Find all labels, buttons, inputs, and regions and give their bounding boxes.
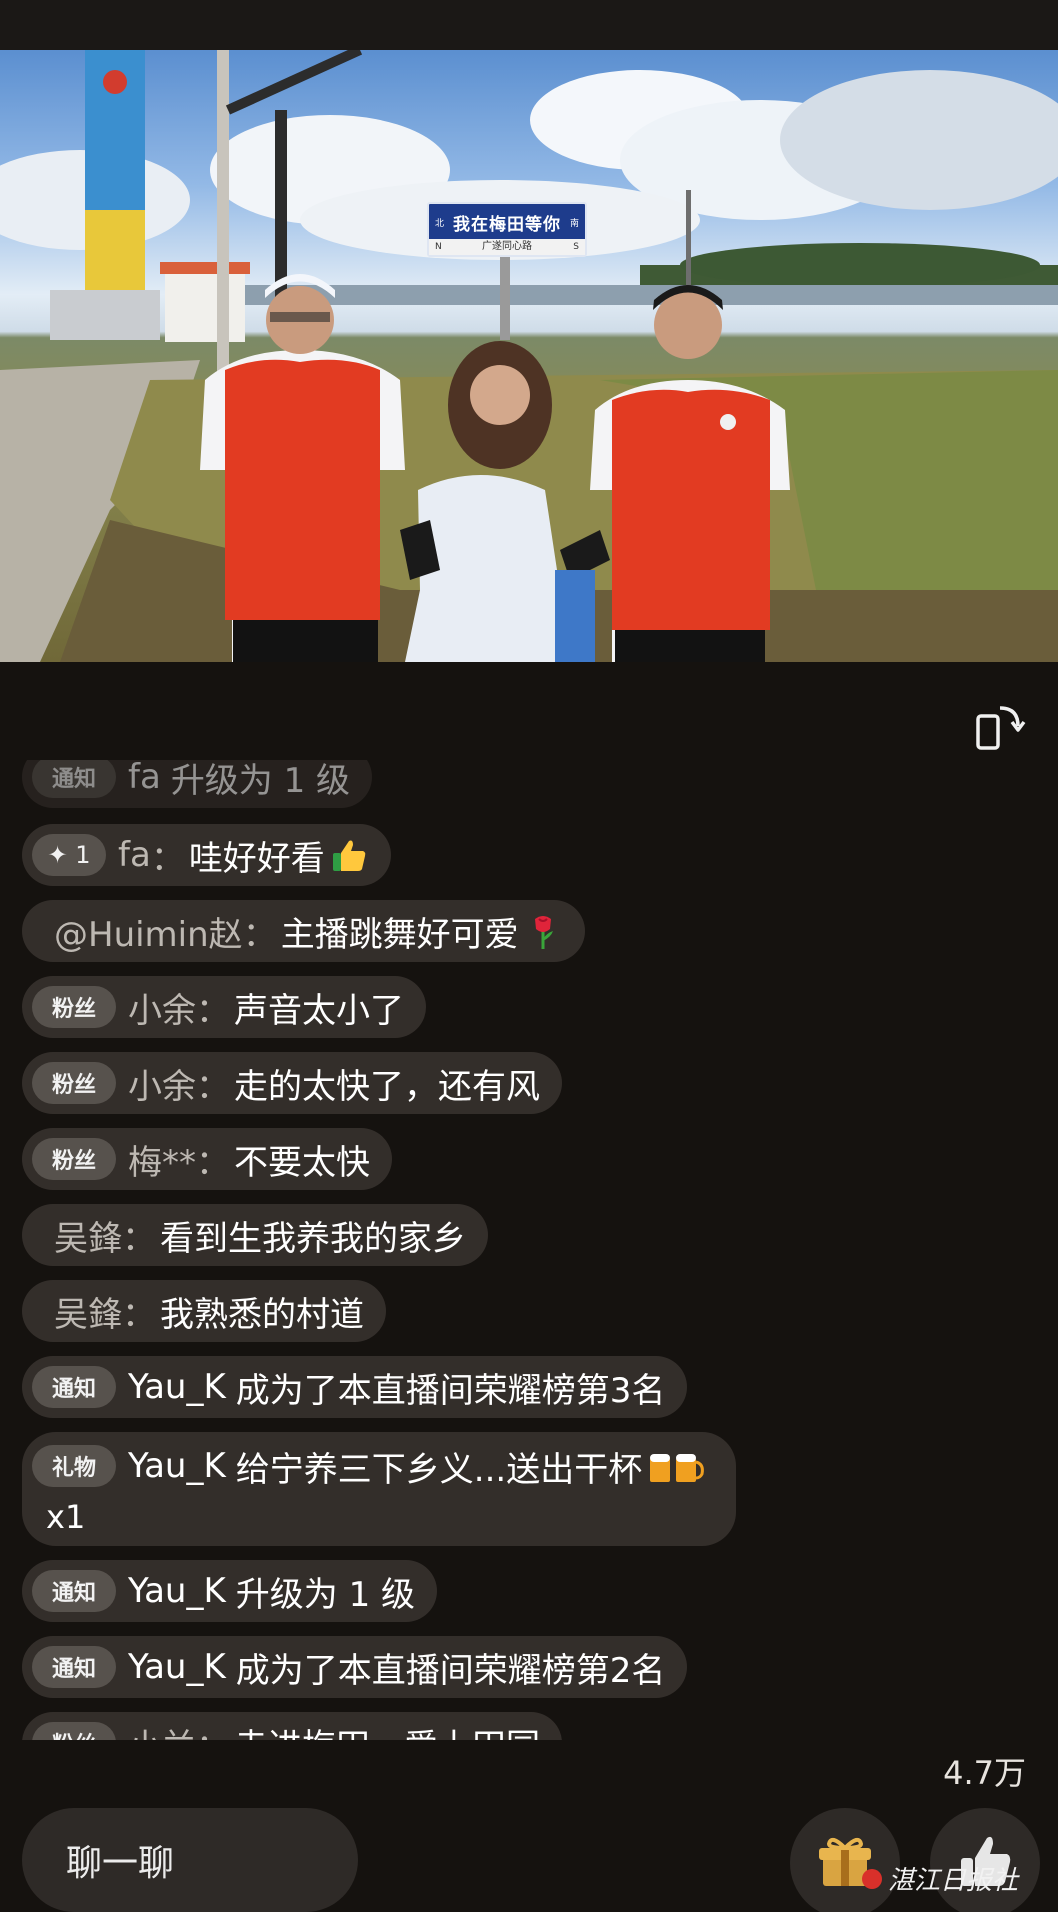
chat-text: 声音太小了 <box>234 990 404 1031</box>
chat-text: 看到生我养我的家乡 <box>160 1218 466 1259</box>
chat-username[interactable]: 吴鋒 <box>54 1211 122 1260</box>
notice-badge: 通知 <box>32 760 116 798</box>
chat-message: 粉丝 小余： 声音太小了 <box>22 976 426 1038</box>
chat-username[interactable]: fa <box>118 835 151 875</box>
gift-quantity: x1 <box>46 1498 86 1536</box>
chat-list[interactable]: 通知 fa 升级为 1 级 ✦ 1 fa： 哇好好看 @Huimin赵： 主播跳… <box>0 760 1058 1740</box>
chat-username[interactable]: 梅** <box>128 1135 196 1184</box>
chat-message: 粉丝 小兰： 走进梅田，爱上田园 <box>22 1712 562 1740</box>
chat-username[interactable]: @Huimin赵 <box>54 907 243 956</box>
gift-badge: 礼物 <box>32 1445 116 1487</box>
fan-badge: 粉丝 <box>32 1722 116 1740</box>
rotate-screen-icon <box>976 706 1026 750</box>
video-scene <box>0 50 1058 662</box>
chat-message: 吴鋒： 我熟悉的村道 <box>22 1280 386 1342</box>
chat-message: 通知 Yau_K 成为了本直播间荣耀榜第2名 <box>22 1636 688 1698</box>
chat-username[interactable]: Yau_K <box>128 1571 226 1611</box>
watermark-text: 湛江日报社 <box>888 1866 1019 1896</box>
sign-s-letter: S <box>573 242 579 252</box>
sign-n-letter: N <box>435 242 442 252</box>
chat-text: 升级为 1 级 <box>235 1574 416 1615</box>
chat-text: 成为了本直播间荣耀榜第2名 <box>235 1650 666 1691</box>
chat-text: 走的太快了，还有风 <box>234 1066 540 1107</box>
chat-gift-message: 礼物 Yau_K 给宁养三下乡义...送出干杯 x1 <box>22 1432 737 1546</box>
beer-mugs-icon <box>646 1446 706 1486</box>
notice-badge: 通知 <box>32 1570 116 1612</box>
chat-username[interactable]: 小兰 <box>128 1719 196 1741</box>
chat-message: 吴鋒： 看到生我养我的家乡 <box>22 1204 488 1266</box>
chat-message: 通知 Yau_K 成为了本直播间荣耀榜第3名 <box>22 1356 688 1418</box>
thumbs-up-icon <box>329 835 369 875</box>
chat-username[interactable]: Yau_K <box>128 1367 226 1407</box>
fan-badge: 粉丝 <box>32 1062 116 1104</box>
level-badge: ✦ 1 <box>32 834 106 876</box>
chat-input[interactable]: 聊一聊 <box>22 1808 358 1912</box>
chat-text: 我熟悉的村道 <box>160 1294 364 1335</box>
sign-north-label: 北 <box>435 219 445 229</box>
chat-message: @Huimin赵： 主播跳舞好可爱 <box>22 900 585 962</box>
sign-road-strip: N 广遂同心路 S <box>429 239 585 255</box>
like-count: 4.7万 <box>943 1754 1026 1792</box>
chat-text: 走进梅田，爱上田园 <box>234 1719 540 1741</box>
chat-text: 主播跳舞好可爱 <box>280 914 519 955</box>
chat-text: 升级为 1 级 <box>170 760 351 801</box>
chat-message: 通知 Yau_K 升级为 1 级 <box>22 1560 438 1622</box>
status-bar-area <box>0 0 1058 50</box>
chat-text: 哇好好看 <box>188 838 325 879</box>
chat-username[interactable]: 小余 <box>128 983 196 1032</box>
chat-message: 粉丝 梅**： 不要太快 <box>22 1128 392 1190</box>
rose-icon <box>523 911 563 951</box>
watermark: 湛江日报社 <box>862 1860 1018 1897</box>
notice-badge: 通知 <box>32 1366 116 1408</box>
chat-username[interactable]: Yau_K <box>128 1446 226 1486</box>
fan-badge: 粉丝 <box>32 986 116 1028</box>
chat-message: ✦ 1 fa： 哇好好看 <box>22 824 391 886</box>
chat-username[interactable]: 小余 <box>128 1059 196 1108</box>
sign-south-label: 南 <box>569 219 579 229</box>
watermark-logo <box>862 1868 882 1889</box>
chat-text: 不要太快 <box>234 1142 370 1183</box>
sign-road-name: 广遂同心路 <box>482 241 532 252</box>
chat-message: 通知 fa 升级为 1 级 <box>22 760 373 808</box>
notice-badge: 通知 <box>32 1646 116 1688</box>
chat-text: 给宁养三下乡义...送出干杯 <box>235 1449 643 1490</box>
chat-username[interactable]: fa <box>128 760 161 797</box>
sign-main-text: 我在梅田等你 <box>453 215 561 235</box>
rotate-screen-button[interactable] <box>972 700 1028 756</box>
chat-message: 粉丝 小余： 走的太快了，还有风 <box>22 1052 562 1114</box>
fan-badge: 粉丝 <box>32 1138 116 1180</box>
chat-text: 成为了本直播间荣耀榜第3名 <box>235 1370 666 1411</box>
chat-username[interactable]: Yau_K <box>128 1647 226 1687</box>
chat-username[interactable]: 吴鋒 <box>54 1287 122 1336</box>
live-video[interactable]: 北 我在梅田等你 南 N 广遂同心路 S <box>0 50 1058 662</box>
road-sign: 北 我在梅田等你 南 N 广遂同心路 S <box>427 202 587 257</box>
